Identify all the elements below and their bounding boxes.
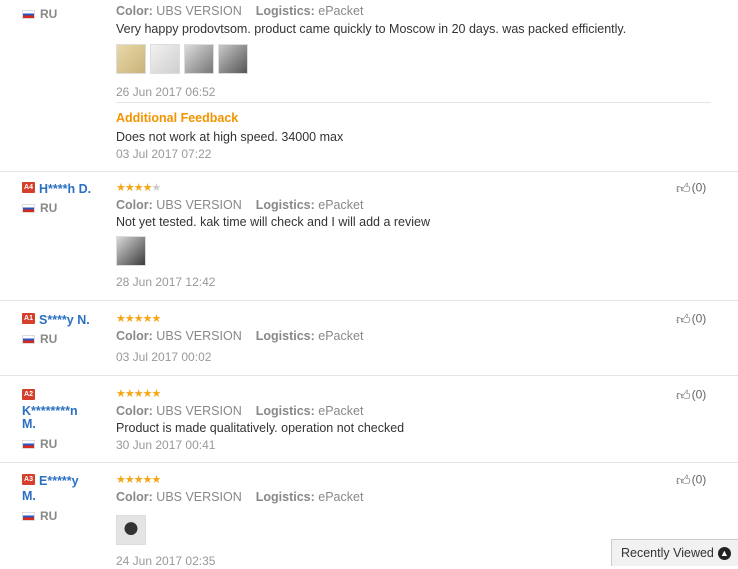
reviewer-country: RU xyxy=(22,7,114,21)
reviewer-name[interactable]: E*****y xyxy=(39,474,79,488)
review-photo-thumbnail[interactable] xyxy=(150,44,180,74)
star-rating: ★★★★★ xyxy=(116,388,161,400)
review-separator xyxy=(0,375,738,376)
russia-flag-icon xyxy=(22,10,35,20)
review-text: Not yet tested. kak time will check and … xyxy=(116,215,431,229)
reviewer-country: RU xyxy=(22,332,114,346)
review-photo-thumbnail[interactable] xyxy=(116,236,146,266)
review-attributes: Color: UBS VERSION Logistics: ePacket xyxy=(116,490,364,504)
buyer-level-badge: A2 xyxy=(22,389,35,400)
review-images xyxy=(116,44,711,74)
review-photo-thumbnail[interactable] xyxy=(218,44,248,74)
reviewer-country: RU xyxy=(22,437,114,451)
reviewer-name[interactable]: H****h D. xyxy=(39,182,91,196)
reviewer-country: RU xyxy=(22,509,114,523)
additional-feedback: Additional Feedback Does not work at hig… xyxy=(116,111,711,162)
reviewer-name[interactable]: S****y N. xyxy=(39,313,90,327)
russia-flag-icon xyxy=(22,335,35,345)
helpful-button[interactable]: 👍︎(0) xyxy=(676,311,706,328)
reviewer-country: RU xyxy=(22,201,114,215)
review-date: 26 Jun 2017 06:52 xyxy=(116,85,216,99)
thumbs-up-icon: 👍︎ xyxy=(676,311,691,327)
star-rating: ★★★★★ xyxy=(116,474,161,486)
review-photo-thumbnail[interactable] xyxy=(116,515,146,545)
star-rating: ★★★★★ xyxy=(116,182,161,194)
review-photo-thumbnail[interactable] xyxy=(116,44,146,74)
russia-flag-icon xyxy=(22,440,35,450)
buyer-level-badge: A3 xyxy=(22,474,35,485)
review-attributes: Color: UBS VERSION Logistics: ePacket xyxy=(116,404,364,418)
thumbs-up-icon: 👍︎ xyxy=(676,472,691,488)
additional-feedback-title: Additional Feedback xyxy=(116,111,239,125)
helpful-button[interactable]: 👍︎(0) xyxy=(676,180,706,197)
star-rating: ★★★★★ xyxy=(116,313,161,325)
review-text: Very happy prodovtsom. product came quic… xyxy=(116,22,627,36)
reviewer-info: A2 K********n M. RU xyxy=(22,387,114,451)
review-separator xyxy=(0,462,738,463)
review-body: ★★★★★ Color: UBS VERSION Logistics: ePack… xyxy=(116,388,711,453)
reviewer-name-continued[interactable]: M. xyxy=(22,490,114,503)
thumbs-up-icon: 👍︎ xyxy=(676,180,691,196)
recently-viewed-label: Recently Viewed xyxy=(621,546,714,560)
review-photo-thumbnail[interactable] xyxy=(184,44,214,74)
russia-flag-icon xyxy=(22,512,35,522)
reviewer-name[interactable]: K********n M. xyxy=(22,405,114,431)
reviewer-info: RU xyxy=(22,0,114,21)
buyer-level-badge: A1 xyxy=(22,313,35,324)
russia-flag-icon xyxy=(22,204,35,214)
reviewer-info: A3 E*****y M. RU xyxy=(22,472,114,523)
recently-viewed-tab[interactable]: Recently Viewed ▲ xyxy=(611,539,738,566)
review-images xyxy=(116,236,711,266)
divider xyxy=(116,102,711,103)
review-separator xyxy=(0,171,738,172)
chevron-up-icon: ▲ xyxy=(717,547,731,561)
buyer-level-badge: A4 xyxy=(22,182,35,193)
additional-feedback-text: Does not work at high speed. 34000 max xyxy=(116,130,344,144)
review-date: 03 Jul 2017 00:02 xyxy=(116,350,212,364)
reviewer-info: A4 H****h D. RU xyxy=(22,180,114,215)
helpful-button[interactable]: 👍︎(0) xyxy=(676,472,706,489)
thumbs-up-icon: 👍︎ xyxy=(676,387,691,403)
review-date: 30 Jun 2017 00:41 xyxy=(116,438,216,452)
review-separator xyxy=(0,300,738,301)
reviewer-info: A1 S****y N. RU xyxy=(22,311,114,346)
review-text: Product is made qualitatively. operation… xyxy=(116,421,405,435)
review-date: 28 Jun 2017 12:42 xyxy=(116,275,216,289)
review-body: Color: UBS VERSION Logistics: ePacket Ver… xyxy=(116,3,711,100)
additional-feedback-date: 03 Jul 2017 07:22 xyxy=(116,147,212,161)
review-attributes: Color: UBS VERSION Logistics: ePacket xyxy=(116,198,364,212)
review-body: ★★★★★ Color: UBS VERSION Logistics: ePack… xyxy=(116,182,711,290)
helpful-button[interactable]: 👍︎(0) xyxy=(676,387,706,404)
review-body: ★★★★★ Color: UBS VERSION Logistics: ePack… xyxy=(116,313,711,365)
review-attributes: Color: UBS VERSION Logistics: ePacket xyxy=(116,4,364,18)
review-attributes: Color: UBS VERSION Logistics: ePacket xyxy=(116,329,364,343)
